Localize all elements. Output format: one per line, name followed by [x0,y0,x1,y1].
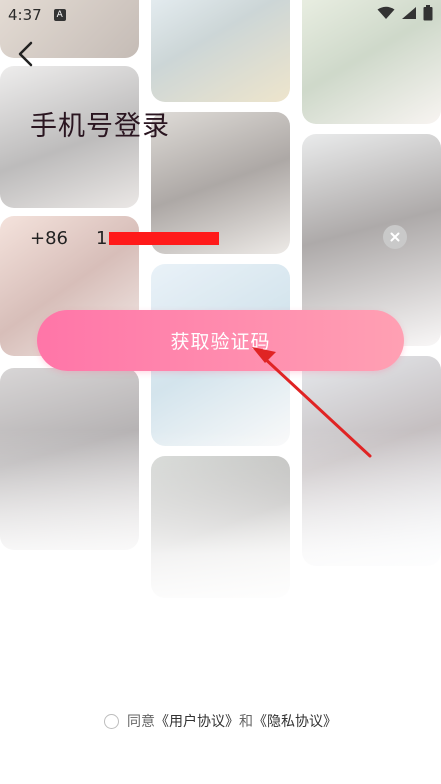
signal-icon [401,6,417,24]
status-time: 4:37 [8,6,42,24]
phone-number-prefix: 1 [96,227,108,249]
user-agreement-link[interactable]: 《用户协议》 [155,714,239,730]
privacy-policy-link[interactable]: 《隐私协议》 [253,714,337,730]
get-verification-code-button[interactable]: 获取验证码 [37,310,404,371]
app-notification-icon: A [53,9,66,21]
agreement-prefix: 同意 [127,714,155,730]
phone-input-row[interactable]: +86 1 [30,220,415,256]
status-bar: 4:37 A [0,0,441,30]
agreement-radio[interactable] [104,713,119,729]
agreement-connector: 和 [239,714,253,730]
back-button[interactable] [10,38,42,70]
battery-icon [423,5,433,25]
redaction-mark [109,231,220,245]
chevron-left-icon [18,41,33,67]
page-title: 手机号登录 [30,111,170,142]
agreement-row: 同意《用户协议》和《隐私协议》 [0,710,441,732]
clear-input-button[interactable] [383,225,407,249]
country-code[interactable]: +86 [30,228,96,249]
phone-number-input[interactable]: 1 [96,227,220,249]
wifi-icon [377,6,395,24]
close-icon [390,232,400,242]
